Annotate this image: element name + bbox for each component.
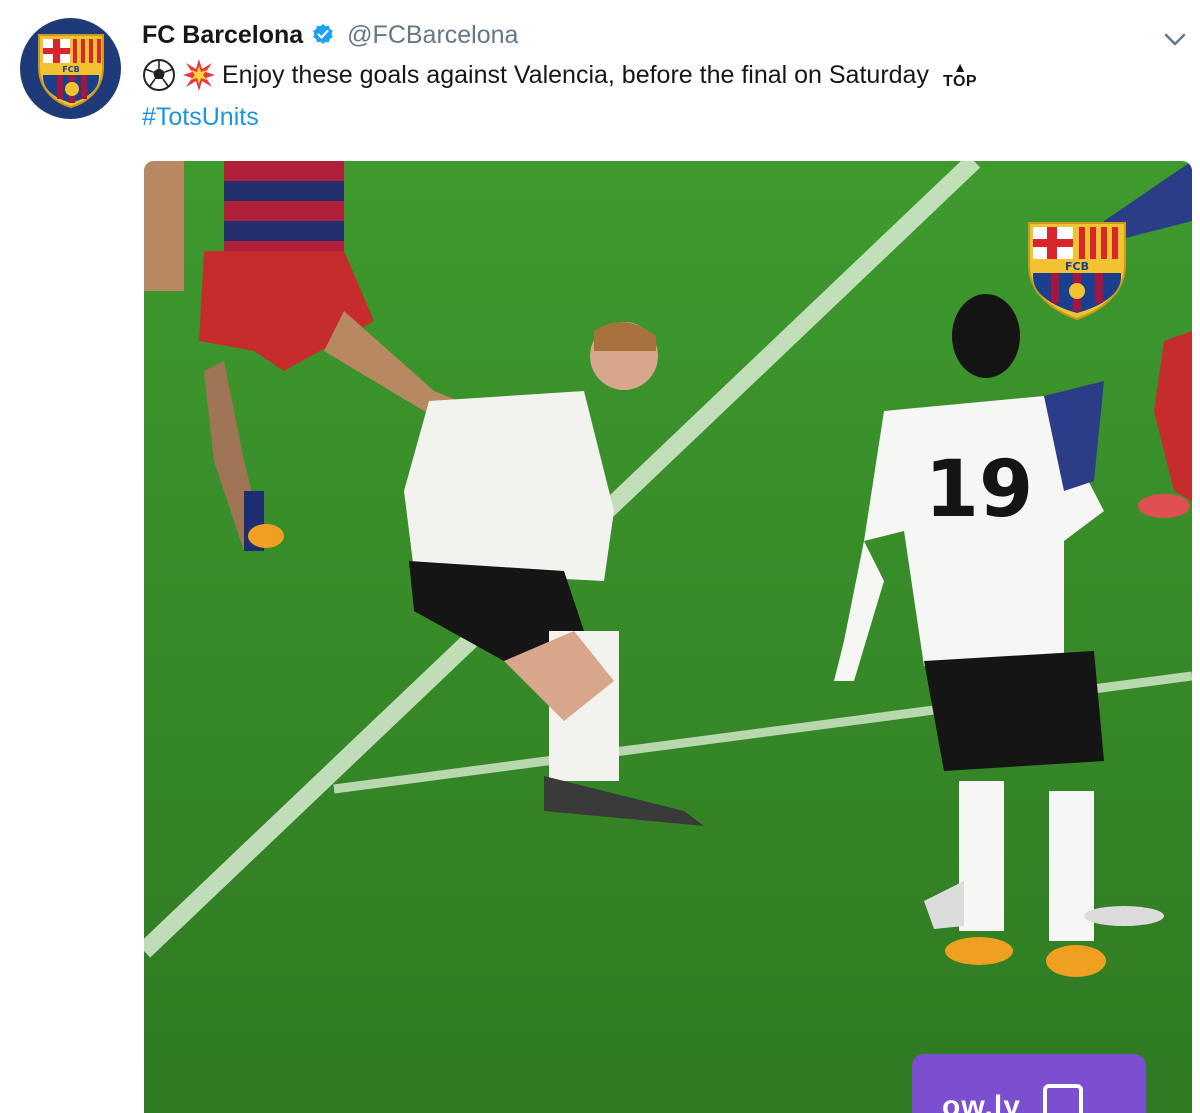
- tweet-header: FC Barcelona @FCBarcelona: [142, 18, 518, 52]
- tweet-text: Enjoy these goals against Valencia, befo…: [142, 56, 1142, 94]
- tweet-body-text: Enjoy these goals against Valencia, befo…: [222, 61, 929, 89]
- top-label: TOP: [942, 73, 978, 90]
- verified-badge-icon: [313, 24, 333, 44]
- external-link-icon: [1042, 1084, 1083, 1113]
- collision-icon: [183, 59, 215, 91]
- author-handle[interactable]: @FCBarcelona: [347, 21, 518, 50]
- avatar-crest-text: FCB: [62, 65, 79, 74]
- profile-avatar[interactable]: FCB: [20, 18, 121, 119]
- author-name[interactable]: FC Barcelona: [142, 21, 303, 50]
- fcb-crest-icon: FCB: [37, 33, 104, 108]
- top-arrow-icon: ▲ TOP: [942, 59, 978, 90]
- owly-label: ow.ly: [942, 1090, 1021, 1113]
- watermark-crest-text: FCB: [1065, 260, 1089, 273]
- soccer-ball-icon: [143, 59, 175, 91]
- jersey-number: 19: [925, 445, 1034, 535]
- owly-link-badge[interactable]: ow.ly: [912, 1054, 1146, 1113]
- hashtag-link[interactable]: #TotsUnits: [142, 98, 259, 136]
- video-media[interactable]: 19 FCB ow.ly: [144, 161, 1192, 1113]
- video-frame: 19 FCB: [144, 161, 1192, 1113]
- chevron-down-icon[interactable]: [1160, 24, 1190, 54]
